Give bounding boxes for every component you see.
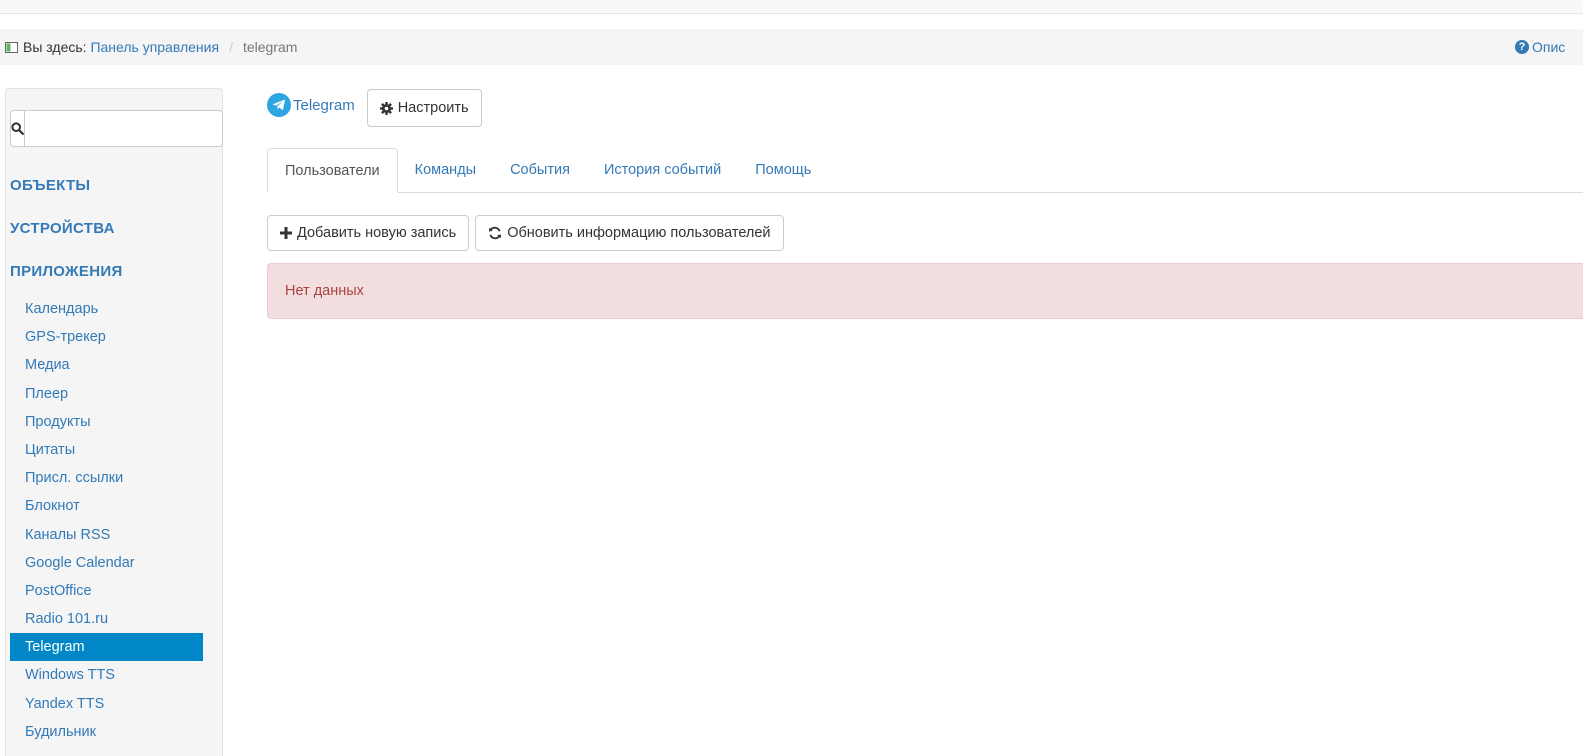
no-data-alert-text: Нет данных	[285, 283, 364, 299]
tab-events[interactable]: События	[493, 148, 587, 192]
search-group	[10, 110, 223, 147]
module-title: Telegram	[293, 96, 355, 114]
sidebar-item-telegram[interactable]: Telegram	[10, 633, 203, 662]
help-link[interactable]: ? Опис	[1515, 29, 1565, 65]
settings-button[interactable]: Настроить	[366, 89, 482, 127]
sidebar: ОБЪЕКТЫ УСТРОЙСТВА ПРИЛОЖЕНИЯ Календарь …	[5, 88, 223, 756]
tab-users[interactable]: Пользователи	[267, 148, 398, 193]
sidebar-item-sent-links[interactable]: Присл. ссылки	[10, 464, 203, 492]
sidebar-item-gps-tracker[interactable]: GPS-трекер	[10, 323, 203, 351]
nav-section-devices[interactable]: УСТРОЙСТВА	[10, 220, 115, 237]
add-record-button[interactable]: Добавить новую запись	[267, 215, 470, 251]
nav-section-objects[interactable]: ОБЪЕКТЫ	[10, 177, 90, 194]
sidebar-item-notepad[interactable]: Блокнот	[10, 492, 203, 520]
sidebar-item-media[interactable]: Медиа	[10, 351, 203, 379]
apps-list: Календарь GPS-трекер Медиа Плеер Продукт…	[10, 295, 203, 746]
module-header: Telegram Настроить	[267, 89, 482, 127]
add-record-button-label: Добавить новую запись	[297, 225, 457, 241]
telegram-icon	[267, 93, 291, 117]
no-data-alert: Нет данных	[267, 263, 1583, 319]
breadcrumb-current: telegram	[242, 39, 298, 55]
search-input[interactable]	[25, 110, 223, 147]
refresh-users-button-label: Обновить информацию пользователей	[507, 225, 771, 241]
search-icon	[11, 122, 24, 135]
sidebar-item-player[interactable]: Плеер	[10, 380, 203, 408]
tab-event-history[interactable]: История событий	[587, 148, 738, 192]
question-circle-icon: ?	[1515, 40, 1529, 54]
sidebar-item-windows-tts[interactable]: Windows TTS	[10, 661, 203, 689]
sidebar-item-alarm[interactable]: Будильник	[10, 718, 203, 746]
nav-section-apps[interactable]: ПРИЛОЖЕНИЯ	[10, 263, 123, 280]
tab-commands[interactable]: Команды	[398, 148, 493, 192]
tab-help[interactable]: Помощь	[738, 148, 828, 192]
sidebar-item-products[interactable]: Продукты	[10, 408, 203, 436]
module-title-link[interactable]: Telegram	[267, 93, 355, 117]
gear-icon	[379, 101, 393, 115]
sidebar-item-calendar[interactable]: Календарь	[10, 295, 203, 323]
sidebar-item-quotes[interactable]: Цитаты	[10, 436, 203, 464]
tab-bar: Пользователи Команды События История соб…	[267, 148, 1583, 193]
breadcrumb: Вы здесь: Панель управления / telegram ?…	[0, 29, 1583, 65]
refresh-icon	[488, 226, 502, 240]
breadcrumb-prefix: Вы здесь:	[23, 39, 87, 55]
sidebar-item-radio[interactable]: Radio 101.ru	[10, 605, 203, 633]
refresh-users-button[interactable]: Обновить информацию пользователей	[475, 215, 784, 251]
help-link-label: Опис	[1532, 39, 1566, 55]
top-navbar	[0, 0, 1583, 14]
sidebar-item-postoffice[interactable]: PostOffice	[10, 577, 203, 605]
plus-icon	[280, 227, 292, 239]
sidebar-item-google-calendar[interactable]: Google Calendar	[10, 549, 203, 577]
breadcrumb-home-link[interactable]: Панель управления	[90, 39, 219, 55]
home-icon	[5, 41, 18, 53]
action-toolbar: Добавить новую запись Обновить информаци…	[267, 215, 784, 251]
search-button[interactable]	[10, 110, 25, 147]
breadcrumb-separator: /	[229, 39, 233, 55]
sidebar-item-yandex-tts[interactable]: Yandex TTS	[10, 690, 203, 718]
settings-button-label: Настроить	[397, 100, 469, 116]
sidebar-item-rss[interactable]: Каналы RSS	[10, 521, 203, 549]
